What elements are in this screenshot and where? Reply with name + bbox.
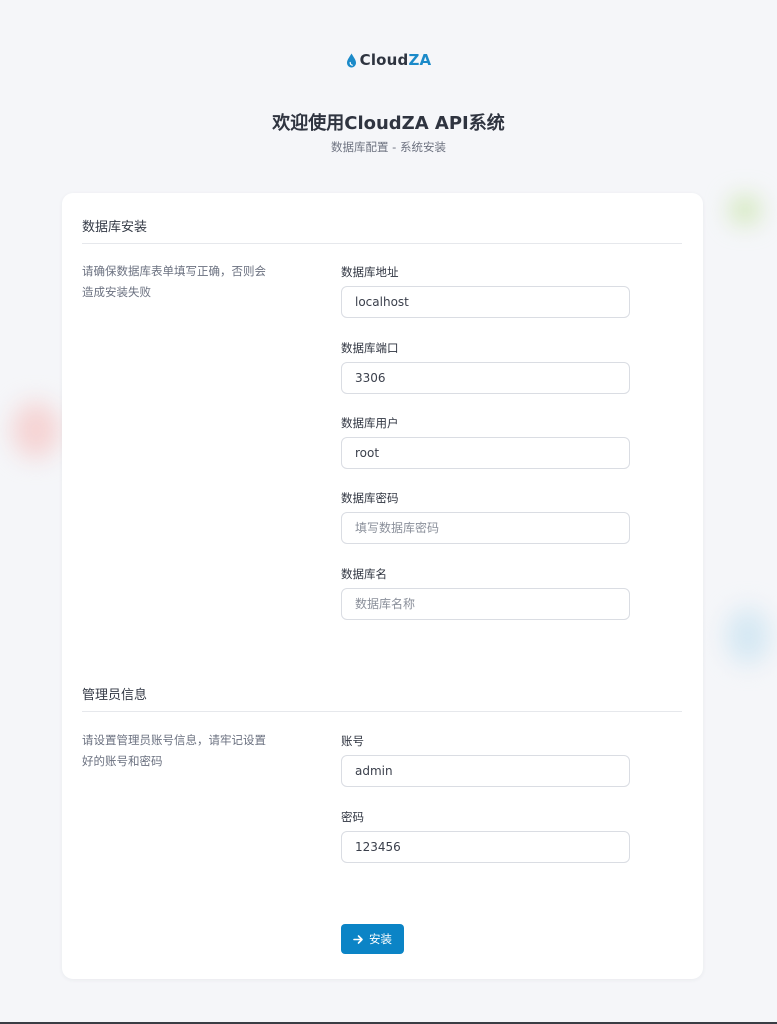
logo-text: Cloud — [359, 51, 409, 69]
admin-section-title: 管理员信息 — [82, 688, 148, 703]
page-subtitle: 数据库配置 - 系统安装 — [331, 140, 446, 154]
db-port-label: 数据库端口 — [341, 341, 399, 355]
db-user-label: 数据库用户 — [341, 416, 399, 430]
logo: Cloud ZA — [0, 51, 777, 69]
install-button[interactable]: 安装 — [341, 924, 404, 954]
db-port-input[interactable] — [341, 362, 630, 394]
arrow-right-icon — [353, 934, 363, 944]
admin-password-input[interactable] — [341, 831, 630, 863]
admin-account-label: 账号 — [341, 734, 364, 748]
admin-account-input[interactable] — [341, 755, 630, 787]
section-divider — [82, 711, 682, 712]
admin-password-label: 密码 — [341, 810, 364, 824]
section-divider — [82, 243, 682, 244]
db-user-input[interactable] — [341, 437, 630, 469]
decorative-blob — [726, 608, 770, 664]
db-password-input[interactable] — [341, 512, 630, 544]
db-name-input[interactable] — [341, 588, 630, 620]
install-button-label: 安装 — [369, 932, 392, 946]
db-password-label: 数据库密码 — [341, 491, 399, 505]
decorative-blob — [730, 196, 760, 224]
decorative-blob — [12, 402, 60, 458]
install-form-card: 数据库安装 请确保数据库表单填写正确，否则会造成安装失败 数据库地址 数据库端口… — [62, 193, 703, 979]
db-host-label: 数据库地址 — [341, 265, 399, 279]
database-section-description: 请确保数据库表单填写正确，否则会造成安装失败 — [82, 264, 266, 299]
page-title: 欢迎使用CloudZA API系统 — [272, 113, 505, 134]
db-host-input[interactable] — [341, 286, 630, 318]
water-drop-icon — [346, 53, 356, 67]
logo-text-accent: ZA — [408, 51, 432, 69]
database-section-title: 数据库安装 — [82, 220, 148, 235]
db-name-label: 数据库名 — [341, 567, 387, 581]
admin-section-description: 请设置管理员账号信息，请牢记设置好的账号和密码 — [82, 733, 266, 768]
